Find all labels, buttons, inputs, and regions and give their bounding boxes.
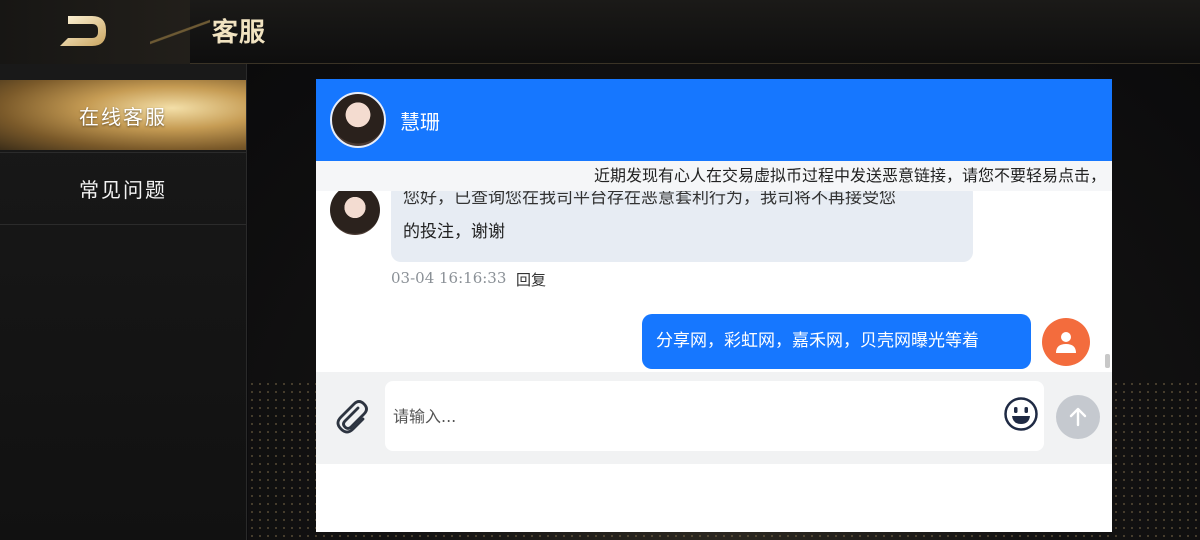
sidebar-item-online-service[interactable]: 在线客服 <box>0 80 246 150</box>
sidebar: 在线客服 常见问题 <box>0 64 247 540</box>
message-list[interactable]: 您好，已查询您在我司平台存在恶意套利行为，我司将不再接受您 的投注，谢谢 03-… <box>316 191 1112 371</box>
scrollbar[interactable] <box>1105 354 1110 368</box>
message-text-line: 的投注，谢谢 <box>403 222 505 242</box>
notice-marquee: 近期发现有心人在交易虚拟币过程中发送恶意链接，请您不要轻易点击， <box>316 161 1112 191</box>
page-title: 客服 <box>212 18 267 48</box>
agent-avatar <box>330 191 380 235</box>
agent-message-bubble: 您好，已查询您在我司平台存在恶意套利行为，我司将不再接受您 的投注，谢谢 <box>391 191 973 262</box>
agent-avatar <box>330 92 386 148</box>
send-button[interactable] <box>1056 395 1100 439</box>
chat-header: 慧珊 <box>316 79 1112 161</box>
user-icon <box>1056 332 1076 353</box>
chat-panel: 慧珊 近期发现有心人在交易虚拟币过程中发送恶意链接，请您不要轻易点击， 您好，已… <box>316 79 1112 532</box>
user-message-bubble: 分享网，彩虹网，嘉禾网，贝壳网曝光等着 <box>642 314 1031 369</box>
sidebar-item-faq[interactable]: 常见问题 <box>0 153 246 223</box>
sidebar-item-label: 在线客服 <box>79 104 167 129</box>
composer <box>316 372 1112 464</box>
message-input[interactable] <box>385 381 1044 451</box>
top-bar: 客服 <box>0 0 1200 64</box>
back-icon[interactable] <box>54 10 114 52</box>
agent-name: 慧珊 <box>400 109 440 134</box>
header-divider <box>150 0 210 64</box>
user-avatar <box>1042 318 1090 366</box>
arrow-up-icon <box>1069 407 1087 427</box>
sidebar-item-label: 常见问题 <box>79 177 167 202</box>
message-text-line: 您好，已查询您在我司平台存在恶意套利行为，我司将不再接受您 <box>403 191 896 208</box>
message-timestamp: 03-04 16:16:33 <box>391 269 507 287</box>
emoji-icon[interactable] <box>1003 396 1039 432</box>
divider <box>0 224 246 225</box>
message-text: 分享网，彩虹网，嘉禾网，贝壳网曝光等着 <box>656 331 979 351</box>
reply-link[interactable]: 回复 <box>516 269 546 290</box>
paperclip-icon[interactable] <box>332 396 372 436</box>
